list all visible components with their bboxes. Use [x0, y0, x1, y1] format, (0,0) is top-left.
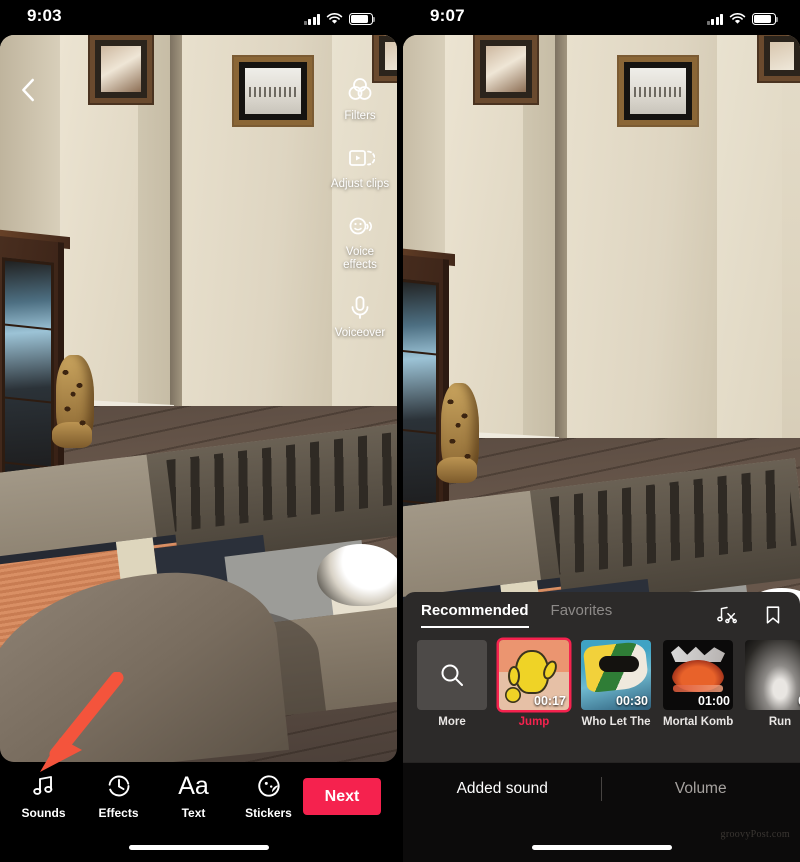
- voice-effects-icon: [349, 217, 372, 235]
- adjust-clips-icon: [349, 150, 375, 166]
- tool-label: Voice effects: [343, 246, 377, 271]
- cellular-bars-icon: [706, 14, 723, 25]
- voiceover-icon: [351, 296, 369, 319]
- sound-panel: Recommended Favorites More 00:17 Jump 00…: [403, 592, 800, 762]
- battery-icon: [752, 13, 779, 25]
- sound-tile-more[interactable]: More: [417, 640, 487, 728]
- sound-thumb: 00:30: [581, 640, 651, 710]
- sound-thumb: 01:00: [663, 640, 733, 710]
- tool-adjust-clips[interactable]: Adjust clips: [329, 143, 391, 191]
- cellular-bars-icon: [303, 14, 320, 25]
- sound-name: Mortal Komb: [663, 716, 733, 728]
- volume-button[interactable]: Volume: [602, 763, 800, 815]
- effects-icon: [108, 775, 129, 797]
- filters-icon: [348, 78, 372, 100]
- battery-icon: [349, 13, 376, 25]
- stickers-icon: [257, 775, 280, 797]
- sound-thumb: [417, 640, 487, 710]
- giraffe-plush: [52, 354, 94, 449]
- tab-label: Text: [181, 806, 206, 820]
- sound-tile-who-let-the[interactable]: 00:30 Who Let The: [581, 640, 651, 728]
- tool-label: Filters: [344, 110, 376, 122]
- music-note-icon: [32, 776, 52, 795]
- tool-voiceover[interactable]: Voiceover: [329, 292, 391, 340]
- tab-effects[interactable]: Effects: [81, 772, 156, 820]
- tool-label: Voiceover: [334, 327, 386, 339]
- sound-duration: 00:30: [616, 694, 648, 708]
- added-sound-button[interactable]: Added sound: [403, 763, 602, 815]
- status-bar-left: 9:03: [0, 0, 397, 35]
- sound-thumb: 00: [745, 640, 800, 710]
- sound-name: More: [438, 716, 466, 728]
- sound-tile-run[interactable]: 00 Run: [745, 640, 800, 728]
- trim-sound-icon: [717, 606, 737, 624]
- chevron-left-icon: [22, 78, 34, 102]
- button-divider: [601, 777, 602, 801]
- editor-tab-list: Sounds Effects Aa Text Stickers: [6, 772, 306, 820]
- sound-name: Run: [768, 716, 792, 728]
- tool-filters[interactable]: Filters: [329, 75, 391, 123]
- wall-art-left: [88, 35, 154, 105]
- editor-bottom-bar: Sounds Effects Aa Text Stickers Next: [0, 762, 397, 862]
- sound-panel-actions: [716, 604, 784, 626]
- tool-rail: Filters Adjust clips Voice effects Voice…: [329, 75, 391, 340]
- search-icon: [441, 664, 463, 686]
- right-phone-screen: 9:07 Recommended Favorites More 00:17 Ju…: [403, 0, 800, 862]
- sound-duration: 01:00: [698, 694, 730, 708]
- tab-sounds[interactable]: Sounds: [6, 772, 81, 820]
- back-button[interactable]: [14, 75, 44, 105]
- tool-voice-effects[interactable]: Voice effects: [329, 211, 391, 272]
- sound-tile-mortal-kombat[interactable]: 01:00 Mortal Komb: [663, 640, 733, 728]
- ball-object: [317, 543, 397, 606]
- sound-name: Who Let The: [581, 716, 651, 728]
- sound-tile-row: More 00:17 Jump 00:30 Who Let The 01:00 …: [417, 640, 800, 728]
- wifi-icon: [729, 13, 746, 24]
- bookmark-button[interactable]: [762, 604, 784, 626]
- next-button[interactable]: Next: [303, 778, 381, 815]
- text-icon: Aa: [178, 771, 209, 800]
- sound-tile-jump[interactable]: 00:17 Jump: [499, 640, 569, 728]
- bookmark-icon: [766, 606, 780, 624]
- tab-text[interactable]: Aa Text: [156, 772, 231, 820]
- status-bar-right: 9:07: [403, 0, 800, 35]
- wall-art-left: [473, 35, 539, 105]
- sound-panel-header: Recommended Favorites: [403, 592, 800, 636]
- tab-label: Stickers: [245, 806, 292, 820]
- status-icons: [706, 9, 779, 25]
- left-phone-screen: 9:03 Filters Adjust clips Voice effects …: [0, 0, 397, 862]
- trim-sound-button[interactable]: [716, 604, 738, 626]
- sound-duration: 00:17: [534, 694, 566, 708]
- home-indicator: [531, 845, 672, 850]
- wall-art-center: [617, 55, 699, 127]
- giraffe-plush: [437, 382, 479, 484]
- wall-art-right: [757, 35, 800, 83]
- sound-name: Jump: [518, 716, 550, 728]
- camera-preview-left: Filters Adjust clips Voice effects Voice…: [0, 35, 397, 762]
- screenshot-stage: 9:03 Filters Adjust clips Voice effects …: [0, 0, 800, 862]
- sound-panel-tabs: Recommended Favorites: [421, 602, 612, 628]
- wifi-icon: [326, 13, 343, 24]
- home-indicator: [128, 845, 269, 850]
- tab-favorites[interactable]: Favorites: [551, 602, 613, 626]
- tool-label: Adjust clips: [330, 178, 390, 190]
- wall-art-center: [232, 55, 314, 127]
- tab-label: Effects: [98, 806, 139, 820]
- status-time: 9:03: [27, 6, 62, 25]
- tab-stickers[interactable]: Stickers: [231, 772, 306, 820]
- sound-thumb: 00:17: [499, 640, 569, 710]
- tab-label: Sounds: [21, 806, 66, 820]
- site-watermark: groovyPost.com: [720, 829, 790, 840]
- status-icons: [303, 9, 376, 25]
- sound-bottom-bar: Added sound Volume groovyPost.com: [403, 762, 800, 862]
- status-time: 9:07: [430, 6, 465, 25]
- tab-recommended[interactable]: Recommended: [421, 602, 529, 628]
